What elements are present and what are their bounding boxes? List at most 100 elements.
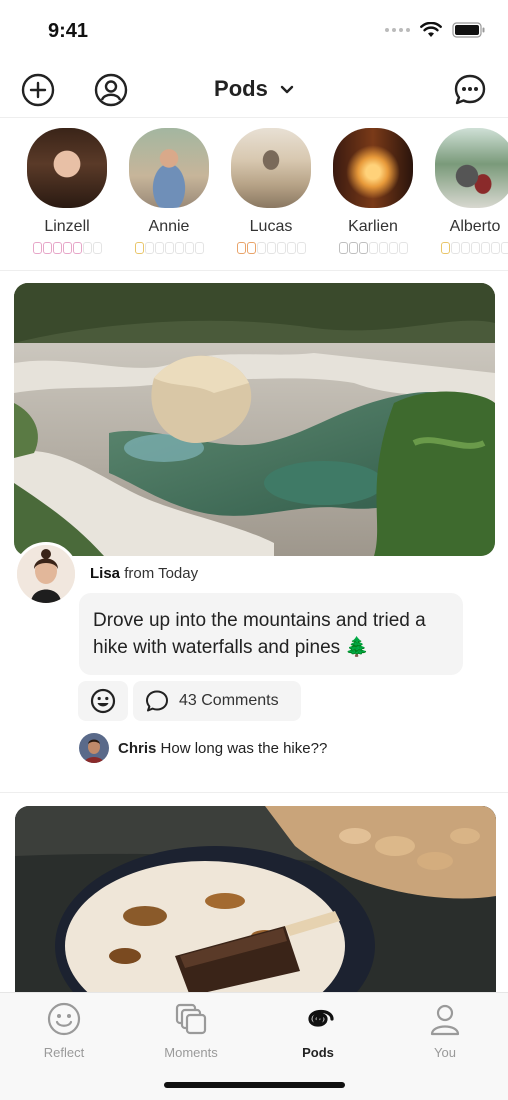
post-time: from Today [124,565,199,582]
tab-label: Pods [302,1045,334,1060]
author-avatar[interactable] [14,542,78,606]
post-author-line: Lisa from Today [90,565,198,582]
tab-reflect[interactable]: Reflect [14,1001,114,1060]
smiley-icon [47,1002,81,1036]
story-karlien[interactable]: Karlien [331,128,415,254]
story-linzell[interactable]: Linzell [25,128,109,254]
status-bar: 9:41 [0,0,508,60]
progress-dot [348,242,358,254]
story-name: Annie [148,218,190,235]
cellular-signal-icon [385,28,410,32]
progress-dot [246,242,256,254]
story-progress [433,242,508,254]
stack-icon [175,1003,207,1035]
tab-you[interactable]: You [395,1001,495,1060]
spiral-icon [308,1009,334,1027]
avatar [27,128,107,208]
smores-photo [15,806,496,1006]
progress-dot [256,242,266,254]
react-button[interactable] [78,681,128,721]
story-progress [229,242,313,254]
progress-dot [174,242,184,254]
story-progress [127,242,211,254]
progress-dot [62,242,72,254]
battery-icon [452,22,485,38]
progress-dot [184,242,194,254]
smiley-icon [90,688,116,714]
story-alberto[interactable]: Alberto [433,128,508,254]
top-comment[interactable]: Chris How long was the hike?? [79,733,327,763]
progress-dot [276,242,286,254]
avatar [333,128,413,208]
pods-dropdown[interactable]: Pods [0,76,508,102]
story-progress [25,242,109,254]
story-name: Linzell [44,218,90,235]
wifi-icon [420,22,442,37]
progress-dot [338,242,348,254]
comment-text: How long was the hike?? [160,739,328,757]
progress-dot [490,242,500,254]
progress-dot [368,242,378,254]
progress-dot [480,242,490,254]
home-indicator [164,1082,345,1088]
top-nav: Pods [0,62,508,118]
progress-dot [398,242,408,254]
comments-count: 43 Comments [179,692,279,709]
chevron-down-icon [280,85,294,94]
progress-dot [42,242,52,254]
progress-dot [450,242,460,254]
status-icons [385,22,486,38]
progress-dot [286,242,296,254]
tab-moments[interactable]: Moments [141,1001,241,1060]
tab-label: Reflect [43,1045,85,1060]
comment-bubble-icon [146,690,168,712]
story-name: Karlien [348,218,398,235]
progress-dot [236,242,246,254]
progress-dot [388,242,398,254]
progress-dot [358,242,368,254]
commenter-avatar [79,733,109,763]
post-photo[interactable] [15,806,496,1006]
progress-dot [378,242,388,254]
progress-dot [500,242,508,254]
avatar [129,128,209,208]
story-name: Alberto [449,218,501,235]
tab-label: You [434,1045,456,1060]
divider [0,792,508,793]
progress-dot [92,242,102,254]
progress-dot [470,242,480,254]
divider [0,270,508,271]
progress-dot [266,242,276,254]
progress-dot [164,242,174,254]
chat-bubble-icon [454,74,486,105]
lisa-avatar-image [17,545,75,603]
progress-dot [296,242,306,254]
waterfall-canyon-photo [14,283,495,556]
person-icon [430,1004,460,1036]
post-photo[interactable] [14,283,495,556]
progress-dot [154,242,164,254]
comments-button[interactable]: 43 Comments [133,681,301,721]
messages-button[interactable] [452,72,488,108]
avatar [435,128,508,208]
story-progress [331,242,415,254]
story-name: Lucas [249,218,293,235]
progress-dot [134,242,144,254]
progress-dot [194,242,204,254]
commenter-name: Chris [118,739,157,757]
progress-dot [144,242,154,254]
progress-dot [82,242,92,254]
status-time: 9:41 [48,20,89,42]
tab-pods[interactable]: Pods [268,1001,368,1060]
progress-dot [440,242,450,254]
tab-label: Moments [164,1045,218,1060]
page-title: Pods [214,76,268,101]
progress-dot [52,242,62,254]
progress-dot [460,242,470,254]
story-lucas[interactable]: Lucas [229,128,313,254]
progress-dot [32,242,42,254]
progress-dot [72,242,82,254]
post-text: Drove up into the mountains and tried a … [79,593,463,675]
post-author[interactable]: Lisa [90,565,120,582]
story-annie[interactable]: Annie [127,128,211,254]
